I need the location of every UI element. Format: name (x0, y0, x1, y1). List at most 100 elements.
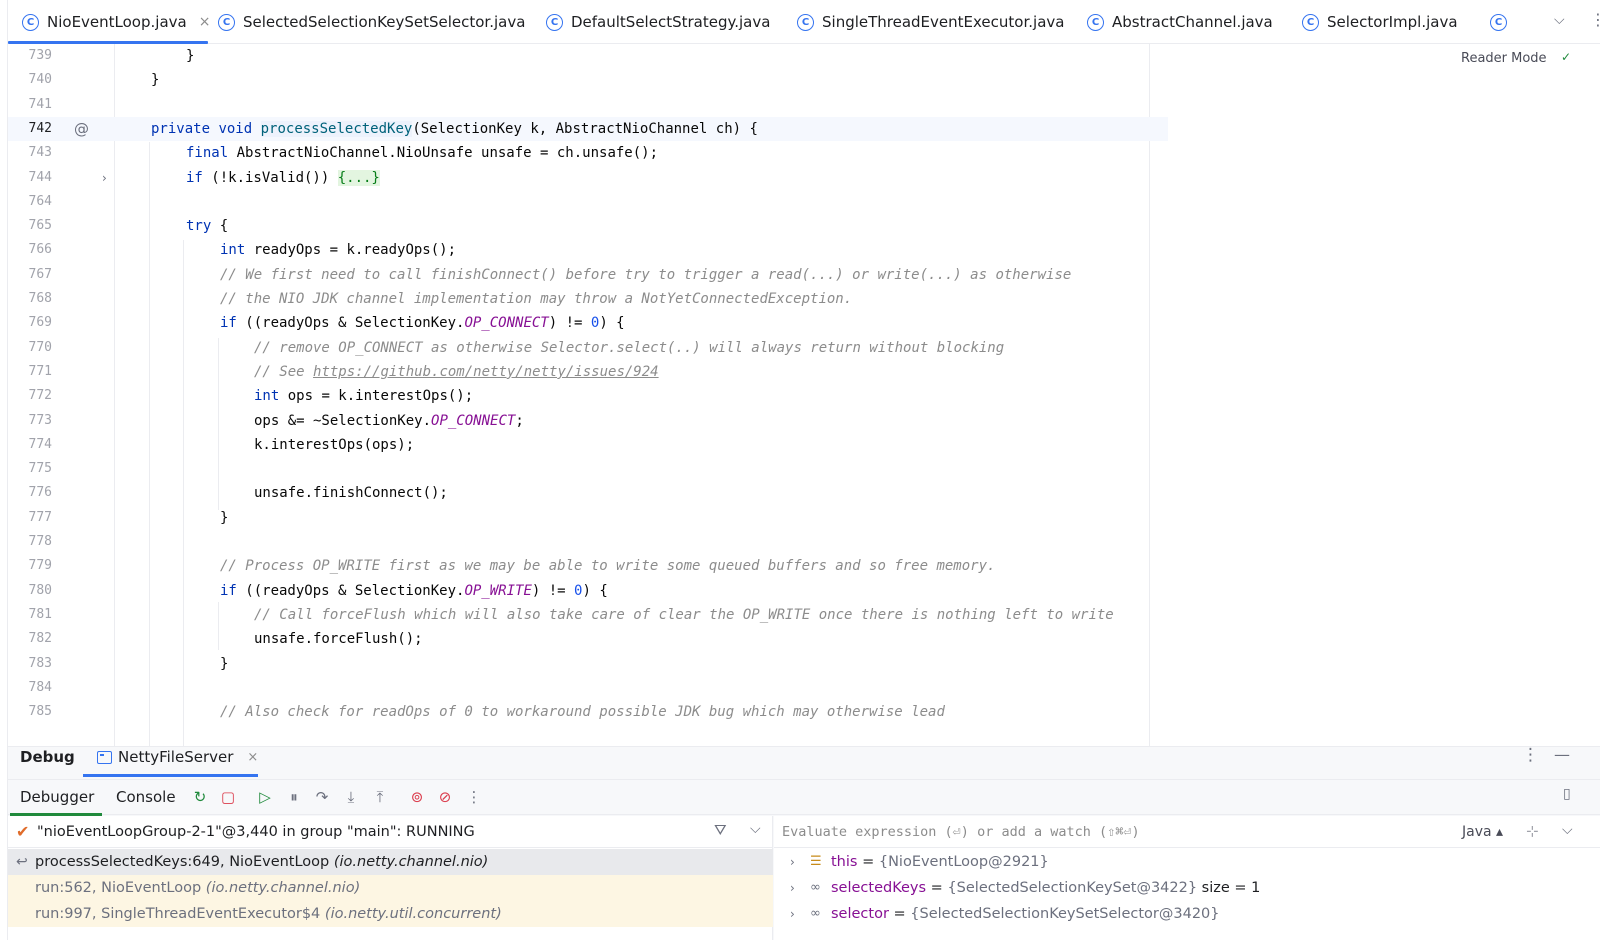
evaluate-placeholder: Evaluate expression (⏎) or add a watch (… (782, 824, 1140, 840)
code-line: 781 // Call forceFlush which will also t… (8, 603, 1168, 628)
tab-defaultselectstrategy[interactable]: C DefaultSelectStrategy.java (546, 0, 770, 44)
class-icon: C (1302, 13, 1319, 31)
variable-row[interactable]: › ∞ selector = {SelectedSelectionKeySetS… (774, 901, 1600, 927)
stop-icon[interactable]: ▢ (217, 786, 239, 808)
code-text: } (220, 509, 229, 526)
issue-link[interactable]: https://github.com/netty/netty/issues/92… (313, 364, 659, 380)
check-icon[interactable]: ✓ (1561, 50, 1571, 64)
line-number: 779 (28, 558, 52, 574)
stack-frame[interactable]: run:997, SingleThreadEventExecutor$4 (io… (8, 901, 773, 927)
field-glasses-icon: ∞ (810, 906, 821, 921)
variable-label: this = {NioEventLoop@2921} (831, 854, 1049, 870)
code-line-caret: 742 @ private void processSelectedKey(Se… (8, 116, 1168, 142)
code-text: } (220, 655, 229, 672)
mute-breakpoints-icon[interactable]: ⊘ (434, 786, 456, 808)
close-tab-icon[interactable]: × (199, 14, 211, 30)
thread-selector[interactable]: ✔ "nioEventLoopGroup-2-1"@3,440 in group… (8, 816, 773, 848)
tab-selectorimpl[interactable]: C SelectorImpl.java (1302, 0, 1458, 44)
code-line: 739 } (8, 44, 1168, 69)
tab-debugger[interactable]: Debugger (20, 788, 94, 806)
step-over-icon[interactable]: ↷ (311, 786, 333, 808)
close-session-icon[interactable]: × (247, 750, 258, 765)
class-icon: C (546, 13, 563, 31)
code-line: 776 unsafe.finishConnect(); (8, 481, 1168, 506)
active-session-underline (83, 774, 258, 777)
debug-tool-window: Debug NettyFileServer × ⋮ — Debugger Con… (8, 745, 1600, 940)
code-text: } (151, 72, 160, 89)
tab-nioeventloop[interactable]: C NioEventLoop.java × (22, 0, 210, 44)
line-number: 740 (28, 72, 52, 88)
frame-label: run:562, NioEventLoop (io.netty.channel.… (35, 880, 361, 896)
tab-singlethreadeventexecutor[interactable]: C SingleThreadEventExecutor.java (797, 0, 1064, 44)
implementation-at-icon[interactable]: @ (74, 117, 89, 142)
language-selector[interactable]: Java ▴ (1462, 824, 1503, 840)
tab-selectedselectionkeysetselector[interactable]: C SelectedSelectionKeySetSelector.java (218, 0, 525, 44)
variable-row[interactable]: › ☰ this = {NioEventLoop@2921} (774, 849, 1600, 875)
more-vertical-icon[interactable]: ⋮ (463, 786, 485, 808)
fold-chevron-icon[interactable]: › (102, 166, 107, 191)
reader-mode-toggle[interactable]: Reader Mode (1461, 51, 1547, 66)
expand-chevron-icon[interactable]: › (790, 875, 795, 901)
code-editor[interactable]: Reader Mode ✓ 739 } 740 } 741 742 @ priv… (8, 44, 1600, 746)
view-breakpoints-icon[interactable]: ⊚ (406, 786, 428, 808)
rerun-icon[interactable]: ↻ (189, 786, 211, 808)
tab-label: SelectorImpl.java (1327, 13, 1458, 31)
line-number: 765 (28, 218, 52, 234)
stack-frame[interactable]: run:562, NioEventLoop (io.netty.channel.… (8, 875, 773, 901)
code-text: try { (186, 218, 229, 235)
code-line: 743 final AbstractNioChannel.NioUnsafe u… (8, 141, 1168, 166)
resume-icon[interactable]: ▷ (254, 786, 276, 808)
line-number: 781 (28, 606, 52, 622)
line-number: 775 (28, 461, 52, 477)
line-number: 774 (28, 436, 52, 452)
code-text: } (186, 48, 195, 64)
object-stack-icon: ☰ (810, 854, 822, 869)
more-vertical-icon[interactable]: ⋮ (1522, 745, 1539, 765)
code-line: 784 (8, 676, 1168, 701)
debug-title: Debug (20, 748, 75, 766)
filter-icon[interactable]: ⛛ (714, 821, 727, 839)
chevron-down-icon[interactable]: ⌵ (1562, 822, 1573, 838)
editor-tab-bar: C NioEventLoop.java × C SelectedSelectio… (0, 0, 1600, 44)
debug-toolbar: Debugger Console ↻ ▢ ▷ ⏸ ↷ ⤓ ⤒ ⊚ ⊘ ⋮ ▯ (8, 779, 1600, 816)
pause-icon[interactable]: ⏸ (283, 786, 305, 808)
variable-row[interactable]: › ∞ selectedKeys = {SelectedSelectionKey… (774, 875, 1600, 901)
more-vertical-icon[interactable]: ⋮ (1590, 10, 1600, 29)
thread-name: "nioEventLoopGroup-2-1"@3,440 in group "… (37, 824, 475, 840)
layout-settings-icon[interactable]: ▯ (1563, 786, 1571, 802)
code-comment: // See https://github.com/netty/netty/is… (254, 363, 659, 380)
line-number: 764 (28, 193, 52, 209)
tab-abstractchannel[interactable]: C AbstractChannel.java (1087, 0, 1273, 44)
evaluate-expression-field[interactable]: Evaluate expression (⏎) or add a watch (… (774, 816, 1600, 848)
line-number: 777 (28, 509, 52, 525)
tab-label: SingleThreadEventExecutor.java (822, 13, 1065, 31)
code-line: 768 // the NIO JDK channel implementatio… (8, 287, 1168, 312)
step-into-icon[interactable]: ⤓ (340, 786, 362, 808)
tab-label: AbstractChannel.java (1112, 13, 1273, 31)
line-number: 783 (28, 655, 52, 671)
tab-overflow-class[interactable]: C (1490, 0, 1515, 44)
debug-session-tab[interactable]: NettyFileServer × (97, 748, 258, 766)
code-text: if ((readyOps & SelectionKey.OP_CONNECT)… (220, 315, 625, 332)
add-watch-icon[interactable]: ⊹ (1526, 822, 1539, 840)
chevron-down-icon[interactable]: ⌵ (1554, 12, 1565, 28)
code-comment: // remove OP_CONNECT as otherwise Select… (254, 339, 1005, 356)
code-line: 765 try { (8, 214, 1168, 239)
code-text: if (!k.isValid()) {...} (186, 169, 380, 186)
line-number: 780 (28, 582, 52, 598)
tab-label: SelectedSelectionKeySetSelector.java (243, 13, 526, 31)
code-line: 771 // See https://github.com/netty/nett… (8, 360, 1168, 385)
expand-chevron-icon[interactable]: › (790, 901, 795, 927)
code-line: 773 ops &= ~SelectionKey.OP_CONNECT; (8, 409, 1168, 434)
code-line: 770 // remove OP_CONNECT as otherwise Se… (8, 336, 1168, 361)
expand-chevron-icon[interactable]: › (790, 849, 795, 875)
debug-header: Debug NettyFileServer × ⋮ — (8, 745, 1600, 777)
tab-console[interactable]: Console (116, 788, 176, 806)
step-out-icon[interactable]: ⤒ (369, 786, 391, 808)
line-number: 767 (28, 266, 52, 282)
chevron-down-icon[interactable]: ⌵ (750, 821, 761, 837)
minimize-icon[interactable]: — (1554, 745, 1570, 764)
code-comment: // We first need to call finishConnect()… (220, 266, 1072, 283)
line-number: 782 (28, 631, 52, 647)
stack-frame[interactable]: ↩ processSelectedKeys:649, NioEventLoop … (8, 849, 773, 875)
